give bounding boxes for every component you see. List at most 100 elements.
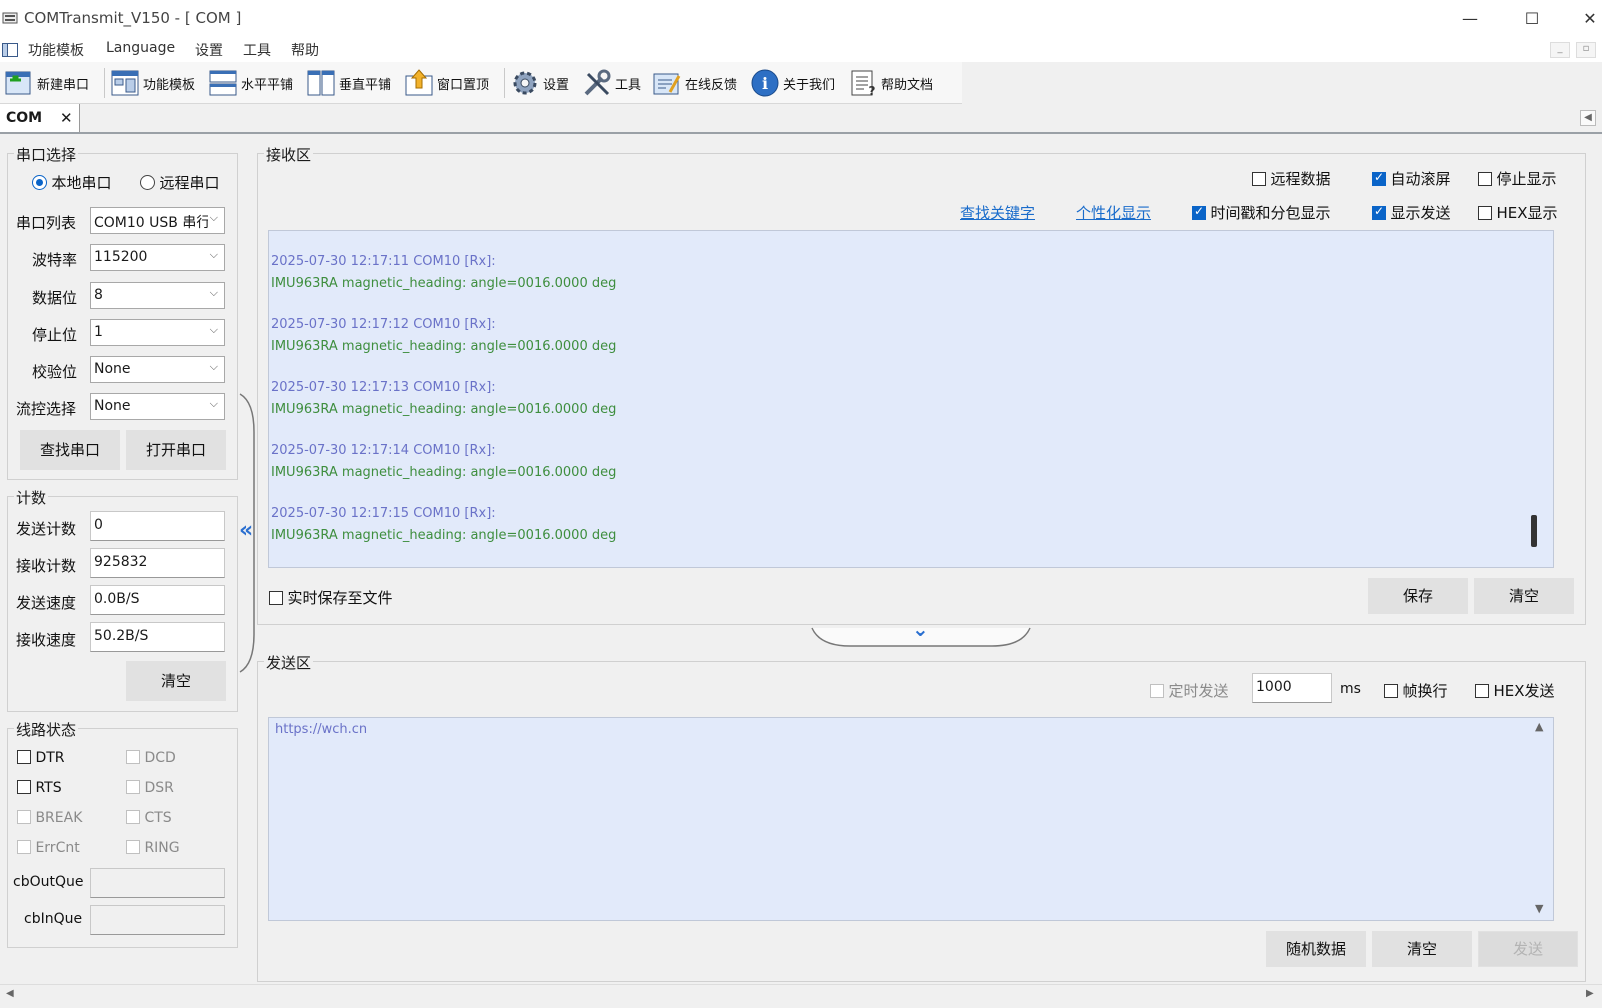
log-message: IMU963RA magnetic_heading: angle=0016.00…	[271, 465, 617, 480]
tile-horizontal-button[interactable]: 水平平铺	[208, 65, 293, 101]
collapse-left-icon[interactable]: «	[239, 518, 253, 543]
auto-scroll-checkbox[interactable]: 自动滚屏	[1372, 168, 1450, 189]
hex-send-checkbox[interactable]: HEX发送	[1475, 680, 1555, 701]
show-send-checkbox[interactable]: 显示发送	[1372, 202, 1450, 223]
scroll-up-icon[interactable]: ▲	[1535, 720, 1543, 733]
tab-scroll-left-icon[interactable]: ◀	[1580, 110, 1596, 126]
random-data-button[interactable]: 随机数据	[1266, 931, 1366, 967]
log-timestamp: 2025-07-30 12:17:12 COM10 [Rx]:	[271, 317, 496, 332]
hex-send-box[interactable]	[1475, 684, 1489, 698]
stop-display-checkbox[interactable]: 停止显示	[1478, 168, 1556, 189]
tab-com[interactable]: COM ✕	[0, 104, 80, 132]
tile-vertical-label: 垂直平铺	[339, 77, 392, 93]
errcnt-label: ErrCnt	[35, 840, 80, 856]
about-button[interactable]: i 关于我们	[750, 65, 835, 101]
rts-label: RTS	[35, 780, 62, 796]
template-button[interactable]: 功能模板	[110, 65, 195, 101]
receive-scrollbar-thumb[interactable]	[1531, 515, 1537, 547]
dcd-label: DCD	[144, 750, 176, 766]
find-port-button[interactable]: 查找串口	[20, 430, 120, 470]
open-port-button[interactable]: 打开串口	[126, 430, 226, 470]
svg-text:?: ?	[869, 84, 876, 98]
template-icon	[111, 70, 139, 96]
close-icon[interactable]: ✕	[1578, 8, 1602, 30]
count-clear-button[interactable]: 清空	[126, 661, 226, 701]
info-icon: i	[751, 69, 779, 97]
tools-button[interactable]: 工具	[582, 65, 641, 101]
timed-send-checkbox: 定时发送	[1150, 680, 1228, 701]
radio-remote[interactable]: 远程串口	[140, 172, 219, 193]
send-input-area[interactable]: https://wch.cn ▲ ▼	[268, 717, 1554, 921]
scroll-left-icon[interactable]: ◀	[6, 988, 14, 999]
horizontal-scrollbar[interactable]: ◀ ▶	[0, 984, 1602, 1004]
dtr-box[interactable]	[17, 750, 31, 764]
auto-scroll-box[interactable]	[1372, 170, 1386, 186]
cb-in-que-label: cbInQue	[24, 911, 83, 927]
baud-select[interactable]: 115200 ⌵	[90, 244, 225, 271]
radio-remote-indicator[interactable]	[140, 175, 155, 190]
scroll-right-icon[interactable]: ▶	[1586, 988, 1594, 999]
chevron-down-icon: ⌵	[209, 248, 218, 261]
window-top-label: 窗口置顶	[437, 77, 490, 93]
help-doc-button[interactable]: ? 帮助文档	[848, 65, 933, 101]
send-button[interactable]: 发送	[1478, 931, 1578, 967]
auto-scroll-label: 自动滚屏	[1390, 170, 1451, 188]
save-to-file-box[interactable]	[269, 591, 283, 605]
rts-checkbox[interactable]: RTS	[17, 780, 62, 796]
gear-icon	[513, 71, 537, 95]
send-clear-button[interactable]: 清空	[1372, 931, 1472, 967]
mdi-minimize-icon[interactable]: _	[1550, 42, 1570, 58]
menu-language[interactable]: Language	[106, 40, 175, 56]
menu-help[interactable]: 帮助	[291, 40, 319, 60]
send-content: https://wch.cn	[275, 722, 368, 737]
interval-input[interactable]: 1000	[1252, 673, 1332, 703]
parity-label: 校验位	[32, 363, 78, 381]
cts-box	[126, 810, 140, 824]
timestamp-checkbox[interactable]: 时间戳和分包显示	[1192, 202, 1330, 223]
frame-newline-box[interactable]	[1384, 684, 1398, 698]
dtr-checkbox[interactable]: DTR	[17, 750, 65, 766]
settings-button[interactable]: 设置	[510, 65, 569, 101]
radio-local-indicator[interactable]	[32, 175, 47, 190]
about-label: 关于我们	[783, 77, 836, 93]
feedback-button[interactable]: 在线反馈	[652, 65, 737, 101]
show-send-box[interactable]	[1372, 204, 1386, 220]
menu-template[interactable]: 功能模板	[28, 40, 84, 60]
data-bits-select[interactable]: 8 ⌵	[90, 282, 225, 309]
app-icon	[2, 12, 18, 24]
tile-vertical-button[interactable]: 垂直平铺	[306, 65, 391, 101]
remote-data-checkbox[interactable]: 远程数据	[1252, 168, 1330, 189]
hex-display-checkbox[interactable]: HEX显示	[1478, 202, 1558, 223]
remote-data-box[interactable]	[1252, 172, 1266, 186]
radio-local[interactable]: 本地串口	[32, 172, 111, 193]
maximize-icon[interactable]: ☐	[1520, 8, 1544, 30]
save-to-file-checkbox[interactable]: 实时保存至文件	[269, 587, 392, 608]
find-keyword-link[interactable]: 查找关键字	[960, 202, 1035, 223]
panel-toggle-icon[interactable]	[2, 43, 18, 57]
parity-select[interactable]: None ⌵	[90, 356, 225, 383]
save-button[interactable]: 保存	[1368, 578, 1468, 614]
baud-label: 波特率	[32, 251, 78, 269]
hex-display-box[interactable]	[1478, 206, 1492, 220]
port-list-select[interactable]: COM10 USB 串行 ⌵	[90, 207, 225, 234]
receive-log-area[interactable]: 2025-07-30 12:17:11 COM10 [Rx]: IMU963RA…	[268, 230, 1554, 568]
tab-close-icon[interactable]: ✕	[60, 109, 73, 127]
flow-select[interactable]: None ⌵	[90, 393, 225, 420]
scroll-down-icon[interactable]: ▼	[1535, 902, 1543, 915]
timestamp-box[interactable]	[1192, 204, 1206, 220]
stop-bits-select[interactable]: 1 ⌵	[90, 319, 225, 346]
mdi-restore-icon[interactable]: ▫	[1576, 42, 1596, 58]
custom-display-link[interactable]: 个性化显示	[1076, 202, 1151, 223]
expand-send-icon[interactable]: ⌄	[912, 619, 929, 639]
stop-display-box[interactable]	[1478, 172, 1492, 186]
window-title: COMTransmit_V150 - [ COM ]	[24, 9, 242, 27]
menu-tools[interactable]: 工具	[243, 40, 271, 60]
rts-box[interactable]	[17, 780, 31, 794]
recv-clear-button[interactable]: 清空	[1474, 578, 1574, 614]
new-port-button[interactable]: 新建串口	[4, 65, 89, 101]
flow-label: 流控选择	[16, 400, 77, 418]
minimize-icon[interactable]: —	[1458, 8, 1482, 30]
window-top-button[interactable]: 窗口置顶	[404, 65, 489, 101]
frame-newline-checkbox[interactable]: 帧换行	[1384, 680, 1447, 701]
menu-settings[interactable]: 设置	[195, 40, 223, 60]
